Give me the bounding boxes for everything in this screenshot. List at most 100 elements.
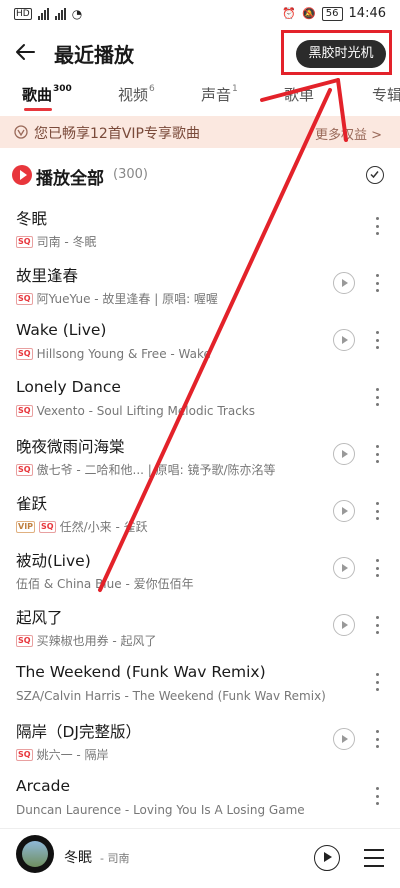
sq-badge: SQ xyxy=(16,634,33,647)
song-subtitle-row: SQ 阿YueYue - 故里逢春 | 原唱: 喔喔 xyxy=(16,290,218,307)
status-bar: HD ◔ ⏰ 🔕 56 14:46 xyxy=(0,0,400,30)
vip-badge: VIP xyxy=(16,520,36,533)
song-subtitle: SZA/Calvin Harris - The Weekend (Funk Wa… xyxy=(16,689,326,703)
play-video-icon[interactable] xyxy=(333,443,355,465)
tab-sounds-label: 声音 xyxy=(201,86,232,104)
tab-songs-label: 歌曲 xyxy=(22,86,53,104)
song-row[interactable]: Arcade Duncan Laurence - Loving You Is A … xyxy=(0,770,400,827)
more-options-icon[interactable] xyxy=(370,727,384,751)
album-art[interactable] xyxy=(16,835,54,873)
sq-badge: SQ xyxy=(16,748,33,761)
sq-badge: SQ xyxy=(16,292,33,305)
play-video-icon[interactable] xyxy=(333,614,355,636)
tab-songs-count: 300 xyxy=(53,84,72,94)
multi-select-button[interactable] xyxy=(366,166,384,184)
more-options-icon[interactable] xyxy=(370,613,384,637)
song-subtitle: 伍佰 & China Blue - 爱你伍佰年 xyxy=(16,577,194,591)
song-row[interactable]: 冬眠 SQ 司南 - 冬眠 xyxy=(0,200,400,257)
song-subtitle-row: SQ 司南 - 冬眠 xyxy=(16,233,97,250)
mute-icon: 🔕 xyxy=(302,7,316,20)
song-row[interactable]: 起风了 SQ 买辣椒也用券 - 起风了 xyxy=(0,599,400,656)
more-options-icon[interactable] xyxy=(370,499,384,523)
more-options-icon[interactable] xyxy=(370,784,384,808)
sq-badge: SQ xyxy=(16,235,33,248)
status-left: HD ◔ xyxy=(14,7,82,21)
play-video-icon[interactable] xyxy=(333,728,355,750)
wifi-icon: ◔ xyxy=(71,7,83,21)
arrow-left-icon xyxy=(16,44,35,60)
song-subtitle-row: SZA/Calvin Harris - The Weekend (Funk Wa… xyxy=(16,689,326,703)
song-title: Arcade xyxy=(16,777,71,795)
song-subtitle-row: SQ Vexento - Soul Lifting Melodic Tracks xyxy=(16,404,255,418)
song-row[interactable]: 故里逢春 SQ 阿YueYue - 故里逢春 | 原唱: 喔喔 xyxy=(0,257,400,314)
song-subtitle: 阿YueYue - 故里逢春 | 原唱: 喔喔 xyxy=(36,292,218,306)
song-subtitle: Vexento - Soul Lifting Melodic Tracks xyxy=(36,404,255,418)
more-benefits-link[interactable]: 更多权益 > xyxy=(315,124,382,143)
song-title: 起风了 xyxy=(16,609,63,627)
vip-banner[interactable]: 您已畅享12首VIP专享歌曲 更多权益 > xyxy=(0,116,400,148)
tab-videos[interactable]: 视频6 xyxy=(118,84,155,105)
page-title: 最近播放 xyxy=(54,43,134,67)
more-options-icon[interactable] xyxy=(370,670,384,694)
signal-icon-2 xyxy=(54,8,66,20)
more-options-icon[interactable] xyxy=(370,271,384,295)
alarm-icon: ⏰ xyxy=(282,7,297,20)
song-subtitle-row: VIP SQ 任然/小来 - 雀跃 xyxy=(16,518,148,535)
more-options-icon[interactable] xyxy=(370,556,384,580)
song-title: 冬眠 xyxy=(16,210,48,228)
song-row[interactable]: 被动(Live) 伍佰 & China Blue - 爱你伍佰年 xyxy=(0,542,400,599)
song-subtitle: 买辣椒也用券 - 起风了 xyxy=(36,634,157,648)
more-options-icon[interactable] xyxy=(370,328,384,352)
play-all-count: (300) xyxy=(113,167,148,182)
sq-badge: SQ xyxy=(16,405,33,417)
song-subtitle-row: SQ 买辣椒也用券 - 起风了 xyxy=(16,632,157,649)
playlist-queue-button[interactable] xyxy=(364,849,384,867)
song-subtitle: Hillsong Young & Free - Wake xyxy=(36,347,211,361)
song-subtitle-row: 伍佰 & China Blue - 爱你伍佰年 xyxy=(16,575,194,592)
song-title: Wake (Live) xyxy=(16,321,107,339)
song-title: 被动(Live) xyxy=(16,552,91,570)
back-button[interactable] xyxy=(12,38,40,66)
song-row[interactable]: Lonely Dance SQ Vexento - Soul Lifting Mel… xyxy=(0,371,400,428)
song-subtitle-row: SQ 傲七爷 - 二哈和他... | 原唱: 镜予歌/陈亦洺等 xyxy=(16,461,276,478)
now-playing-artist: - 司南 xyxy=(100,852,130,865)
vip-icon xyxy=(14,125,28,139)
more-options-icon[interactable] xyxy=(370,442,384,466)
mini-player[interactable]: 冬眠 - 司南 xyxy=(0,828,400,888)
song-subtitle: 姚六一 - 隔岸 xyxy=(36,748,109,762)
song-subtitle: 司南 - 冬眠 xyxy=(36,235,97,249)
tab-sounds[interactable]: 声音1 xyxy=(201,84,238,105)
song-title: 晚夜微雨问海棠 xyxy=(16,438,125,456)
play-button[interactable] xyxy=(314,845,340,871)
sq-badge: SQ xyxy=(16,463,33,476)
annotation-highlight-box xyxy=(281,30,392,75)
song-title: 雀跃 xyxy=(16,495,48,513)
tab-albums[interactable]: 专辑 xyxy=(372,84,400,105)
tab-playlists[interactable]: 歌单 xyxy=(284,84,314,105)
song-subtitle-row: SQ Hillsong Young & Free - Wake xyxy=(16,347,211,361)
play-video-icon[interactable] xyxy=(333,272,355,294)
more-options-icon[interactable] xyxy=(370,214,384,238)
song-title: 故里逢春 xyxy=(16,267,79,285)
tab-active-indicator xyxy=(24,108,52,111)
song-row[interactable]: 雀跃 VIP SQ 任然/小来 - 雀跃 xyxy=(0,485,400,542)
song-row[interactable]: Wake (Live) SQ Hillsong Young & Free - Wak… xyxy=(0,314,400,371)
play-all-row[interactable]: 播放全部 (300) xyxy=(0,160,400,192)
song-row[interactable]: 隔岸（DJ完整版） SQ 姚六一 - 隔岸 xyxy=(0,713,400,770)
song-row[interactable]: 晚夜微雨问海棠 SQ 傲七爷 - 二哈和他... | 原唱: 镜予歌/陈亦洺等 xyxy=(0,428,400,485)
hd-icon: HD xyxy=(14,8,32,20)
now-playing-title: 冬眠 xyxy=(64,850,92,866)
play-video-icon[interactable] xyxy=(333,329,355,351)
tab-sounds-count: 1 xyxy=(232,84,238,94)
song-subtitle: 任然/小来 - 雀跃 xyxy=(59,520,148,534)
play-all-icon xyxy=(12,165,32,185)
song-title: 隔岸（DJ完整版） xyxy=(16,723,142,741)
play-video-icon[interactable] xyxy=(333,557,355,579)
tab-songs[interactable]: 歌曲300 xyxy=(22,84,72,105)
song-row[interactable]: The Weekend (Funk Wav Remix) SZA/Calvin H… xyxy=(0,656,400,713)
more-options-icon[interactable] xyxy=(370,385,384,409)
tab-playlists-label: 歌单 xyxy=(284,86,315,104)
battery-indicator: 56 xyxy=(321,6,343,21)
vip-banner-text: 您已畅享12首VIP专享歌曲 xyxy=(34,126,200,142)
play-video-icon[interactable] xyxy=(333,500,355,522)
